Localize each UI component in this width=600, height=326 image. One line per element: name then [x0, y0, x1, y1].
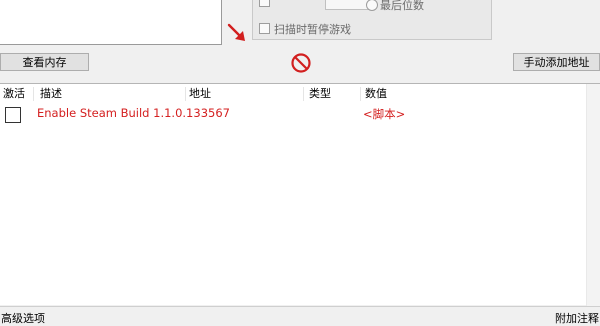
vertical-scrollbar[interactable]	[586, 84, 600, 306]
last-digits-label: 最后位数	[380, 0, 424, 12]
table-row[interactable]: Enable Steam Build 1.1.0.133567 <脚本>	[0, 105, 586, 123]
view-memory-button[interactable]: 查看内存	[0, 53, 89, 71]
add-address-manually-button[interactable]: 手动添加地址	[513, 53, 600, 71]
add-comment-link[interactable]: 附加注释	[555, 310, 599, 326]
scan-options-panel: 最后位数 扫描时暂停游戏	[252, 0, 492, 40]
address-list-header: 激活 描述 地址 类型 数值	[0, 84, 586, 104]
scan-results-list[interactable]	[0, 0, 222, 45]
option-checkbox[interactable]	[259, 0, 270, 7]
column-header-active[interactable]: 激活	[0, 84, 25, 104]
column-header-address[interactable]: 地址	[186, 84, 211, 104]
red-diagonal-arrow-icon	[227, 23, 245, 41]
last-digits-radio[interactable]	[366, 0, 378, 11]
add-to-list-button[interactable]	[224, 20, 250, 46]
status-bar: 高级选项 附加注释	[0, 306, 600, 326]
active-checkbox[interactable]	[5, 107, 21, 123]
clear-list-button[interactable]	[288, 51, 314, 75]
entry-description[interactable]: Enable Steam Build 1.1.0.133567	[37, 106, 230, 120]
column-header-value[interactable]: 数值	[362, 84, 387, 104]
column-header-type[interactable]: 类型	[306, 84, 331, 104]
no-entry-icon	[291, 53, 311, 73]
pause-game-checkbox[interactable]	[259, 23, 270, 34]
splitter-grip[interactable]	[286, 78, 316, 88]
column-header-description[interactable]: 描述	[37, 84, 62, 104]
pause-game-label: 扫描时暂停游戏	[274, 23, 351, 36]
advanced-options-link[interactable]: 高级选项	[1, 310, 45, 326]
address-list[interactable]: 激活 描述 地址 类型 数值 Enable Steam Build 1.1.0.…	[0, 83, 600, 306]
entry-value[interactable]: <脚本>	[363, 106, 405, 122]
